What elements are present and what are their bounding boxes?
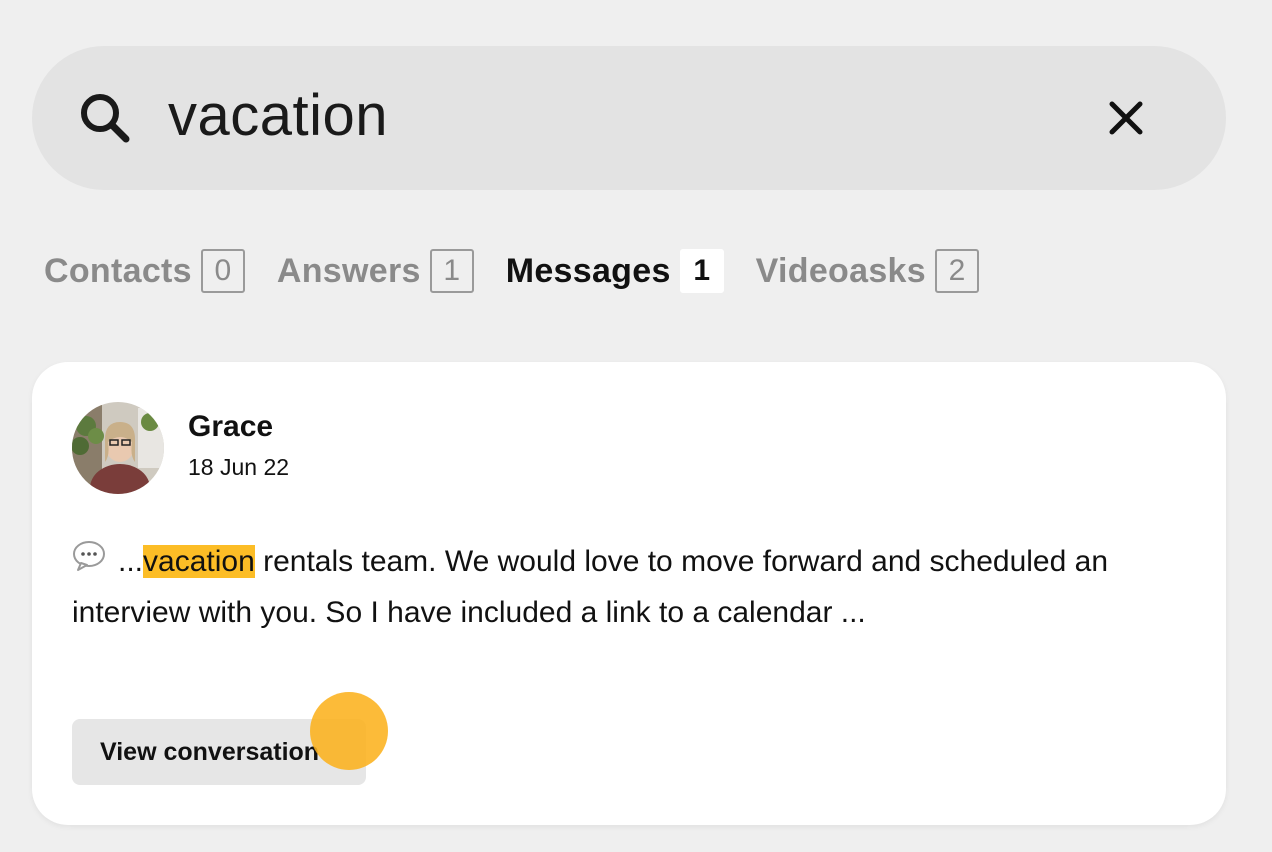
tab-count-badge: 0	[200, 249, 245, 293]
tab-contacts[interactable]: Contacts 0	[44, 249, 245, 293]
tab-answers[interactable]: Answers 1	[277, 249, 474, 293]
tab-count-badge: 1	[679, 249, 724, 293]
speech-bubble-icon	[73, 541, 105, 571]
tab-label: Videoasks	[755, 251, 926, 290]
message-snippet: ...vacation rentals team. We would love …	[72, 536, 1182, 638]
snippet-prefix: ...	[118, 545, 144, 578]
tab-count-badge: 2	[934, 249, 979, 293]
tab-label: Answers	[276, 251, 421, 290]
message-date: 18 Jun 22	[188, 454, 290, 480]
search-icon	[81, 94, 130, 143]
tab-count-badge: 1	[429, 249, 474, 293]
search-match-highlight: vacation	[143, 545, 255, 578]
author-name: Grace	[188, 410, 274, 443]
result-tabs: Contacts 0 Answers 1 Messages 1 Videoask…	[44, 248, 1011, 294]
message-result-card: Grace 18 Jun 22 ...vacation rentals team…	[32, 362, 1226, 825]
view-conversation-button[interactable]: View conversation	[72, 719, 366, 785]
avatar	[72, 402, 164, 494]
tab-label: Messages	[505, 251, 671, 290]
tab-videoasks[interactable]: Videoasks 2	[756, 249, 979, 293]
search-input[interactable]: vacation	[168, 78, 388, 154]
close-icon[interactable]	[1100, 92, 1152, 144]
tab-label: Contacts	[44, 251, 192, 290]
tab-messages[interactable]: Messages 1	[506, 249, 724, 293]
